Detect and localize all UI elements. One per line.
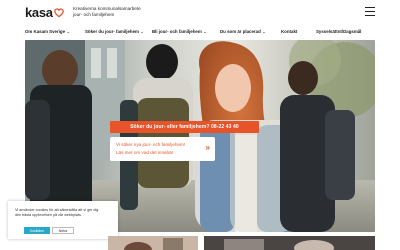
content-thumbnail[interactable]	[204, 236, 375, 250]
nav-item-label: Du som är placerad	[220, 29, 261, 34]
nav-item-bli-jourhem[interactable]: Bli jour- och familjehem ⌄	[152, 29, 206, 34]
cta-search-button[interactable]: Söker du jour- eller familjehem? 08-22 4…	[110, 121, 259, 133]
cookie-banner: Vi använder cookies för att säkerställa …	[8, 201, 118, 239]
nav-item-soker-du[interactable]: Söker du jour- familjehem ⌄	[85, 29, 144, 34]
nav-item-om-kasam[interactable]: Om Kasam Sverige ⌄	[25, 29, 70, 34]
cta-card-title: Vi söker nya jour- och familjehem!	[116, 142, 186, 147]
tagline-line-1: Kreativerna kommunalsamarbete	[73, 6, 141, 11]
chevron-down-icon: ⌄	[262, 30, 266, 34]
chevron-down-icon: ⌄	[140, 30, 144, 34]
cta-recruit-card[interactable]: Vi söker nya jour- och familjehem! Läs m…	[110, 137, 215, 161]
site-header: kasa Kreativerna kommunalsamarbete jour-…	[0, 0, 400, 26]
cta-card-subtitle: Läs mer om vad det innebär	[116, 149, 174, 155]
nav-item-kontakt[interactable]: Kontakt	[281, 29, 297, 34]
nav-item-label: Söker du jour- familjehem	[85, 29, 139, 34]
cookie-accept-button[interactable]: Godkänn	[24, 227, 50, 234]
content-thumbnail[interactable]	[108, 236, 198, 250]
nav-item-sysselsattning[interactable]: Sysselsättnt/Dagsmål	[316, 29, 361, 34]
cookie-reject-button[interactable]: Neka	[52, 227, 74, 234]
main-nav: Om Kasam Sverige ⌄ Söker du jour- familje…	[0, 26, 400, 38]
nav-item-label: Kontakt	[281, 29, 298, 34]
hamburger-icon[interactable]	[365, 7, 375, 16]
logo-text: kasa	[25, 5, 53, 20]
cookie-text: Vi använder cookies för att säkerställa …	[15, 208, 113, 218]
nav-item-label: Sysselsättnt/Dagsmål	[316, 29, 362, 34]
logo[interactable]: kasa	[25, 6, 64, 19]
nav-item-label: Bli jour- och familjehem	[152, 29, 202, 34]
chevron-down-icon: ⌄	[66, 30, 70, 34]
logo-tagline: Kreativerna kommunalsamarbete jour- och …	[73, 6, 141, 17]
tagline-line-2: jour- och familjehem	[73, 11, 115, 17]
nav-item-label: Om Kasam Sverige	[25, 29, 66, 34]
chevron-down-icon: ⌄	[203, 30, 207, 34]
nav-item-du-som-ar-placerad[interactable]: Du som är placerad ⌄	[220, 29, 265, 34]
thumbnail-image	[204, 236, 375, 250]
heart-icon	[53, 7, 64, 17]
thumbnail-image	[108, 236, 198, 250]
double-chevron-right-icon: »	[205, 143, 210, 152]
cookie-text-line-2: den bästa upplevelsen på vår webbplats.	[15, 213, 82, 217]
